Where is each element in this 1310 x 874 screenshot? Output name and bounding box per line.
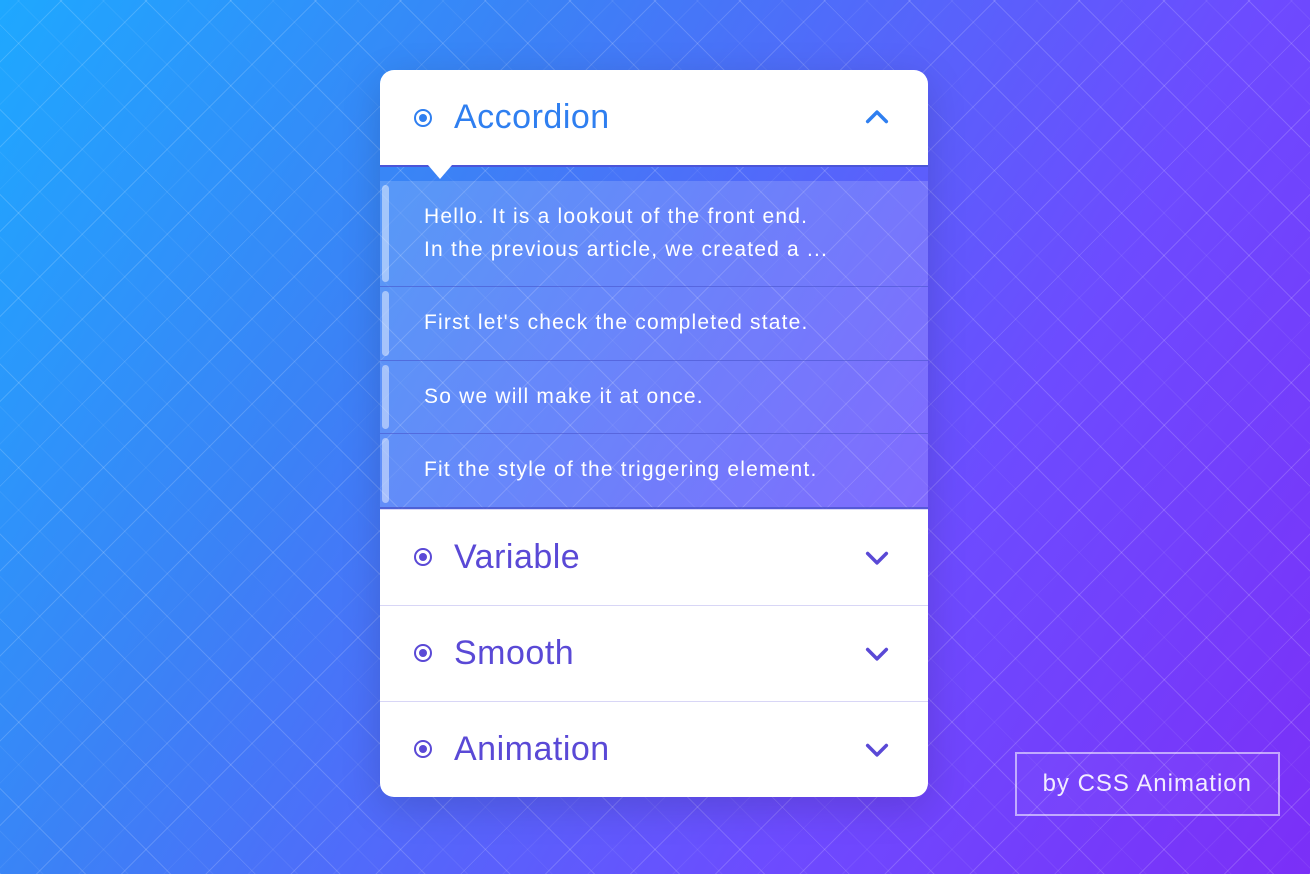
list-item[interactable]: Fit the style of the triggering element. bbox=[380, 433, 928, 509]
list-item[interactable]: So we will make it at once. bbox=[380, 360, 928, 434]
chevron-down-icon bbox=[860, 732, 894, 766]
list-item[interactable]: First let's check the completed state. bbox=[380, 286, 928, 360]
accordion-section-animation: Animation bbox=[380, 701, 928, 797]
chevron-down-icon bbox=[860, 636, 894, 670]
accordion-header-smooth[interactable]: Smooth bbox=[380, 605, 928, 701]
accordion-title: Animation bbox=[454, 730, 838, 769]
accordion-section-accordion: Accordion Hello. It is a lookout of the … bbox=[380, 70, 928, 509]
chevron-up-icon bbox=[860, 101, 894, 135]
radio-bullet-icon bbox=[414, 644, 432, 662]
radio-bullet-icon bbox=[414, 740, 432, 758]
radio-bullet-icon bbox=[414, 109, 432, 127]
accordion-header-accordion[interactable]: Accordion bbox=[380, 70, 928, 167]
accordion-panel: Hello. It is a lookout of the front end.… bbox=[380, 167, 928, 509]
accordion-title: Smooth bbox=[454, 634, 838, 673]
radio-bullet-icon bbox=[414, 548, 432, 566]
accordion: Accordion Hello. It is a lookout of the … bbox=[380, 70, 928, 797]
accordion-title: Accordion bbox=[454, 98, 838, 137]
accordion-header-variable[interactable]: Variable bbox=[380, 509, 928, 605]
chevron-down-icon bbox=[860, 540, 894, 574]
list-item[interactable]: Hello. It is a lookout of the front end.… bbox=[380, 181, 928, 286]
accordion-section-smooth: Smooth bbox=[380, 605, 928, 701]
accordion-header-animation[interactable]: Animation bbox=[380, 701, 928, 797]
accordion-title: Variable bbox=[454, 538, 838, 577]
credit-badge: by CSS Animation bbox=[1015, 752, 1280, 816]
accordion-section-variable: Variable bbox=[380, 509, 928, 605]
